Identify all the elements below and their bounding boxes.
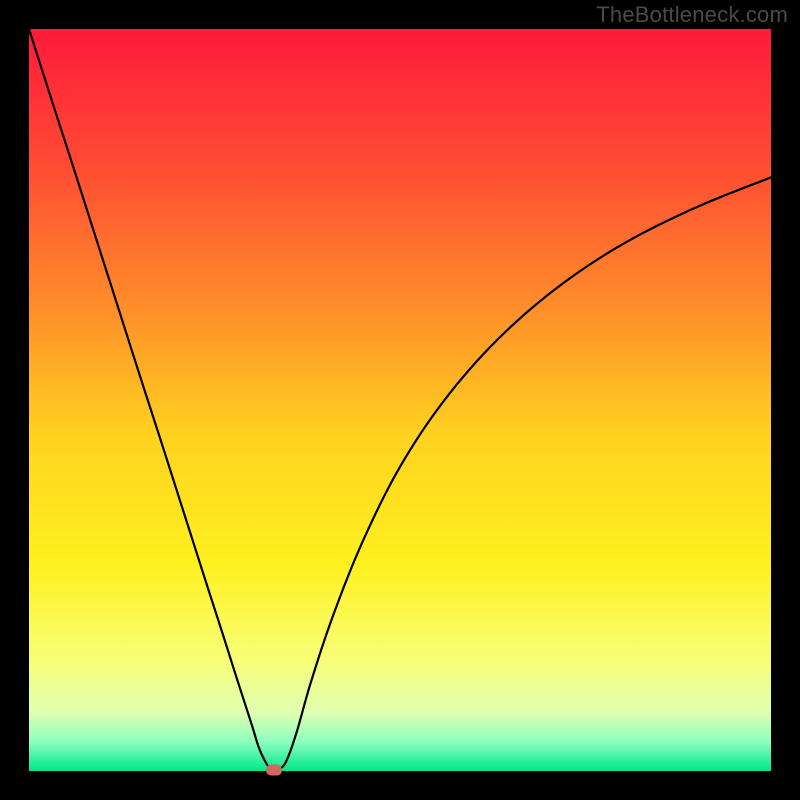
optimal-point-marker	[266, 764, 282, 775]
chart-frame: TheBottleneck.com	[0, 0, 800, 800]
gradient-background	[29, 29, 771, 771]
watermark-text: TheBottleneck.com	[596, 2, 788, 28]
